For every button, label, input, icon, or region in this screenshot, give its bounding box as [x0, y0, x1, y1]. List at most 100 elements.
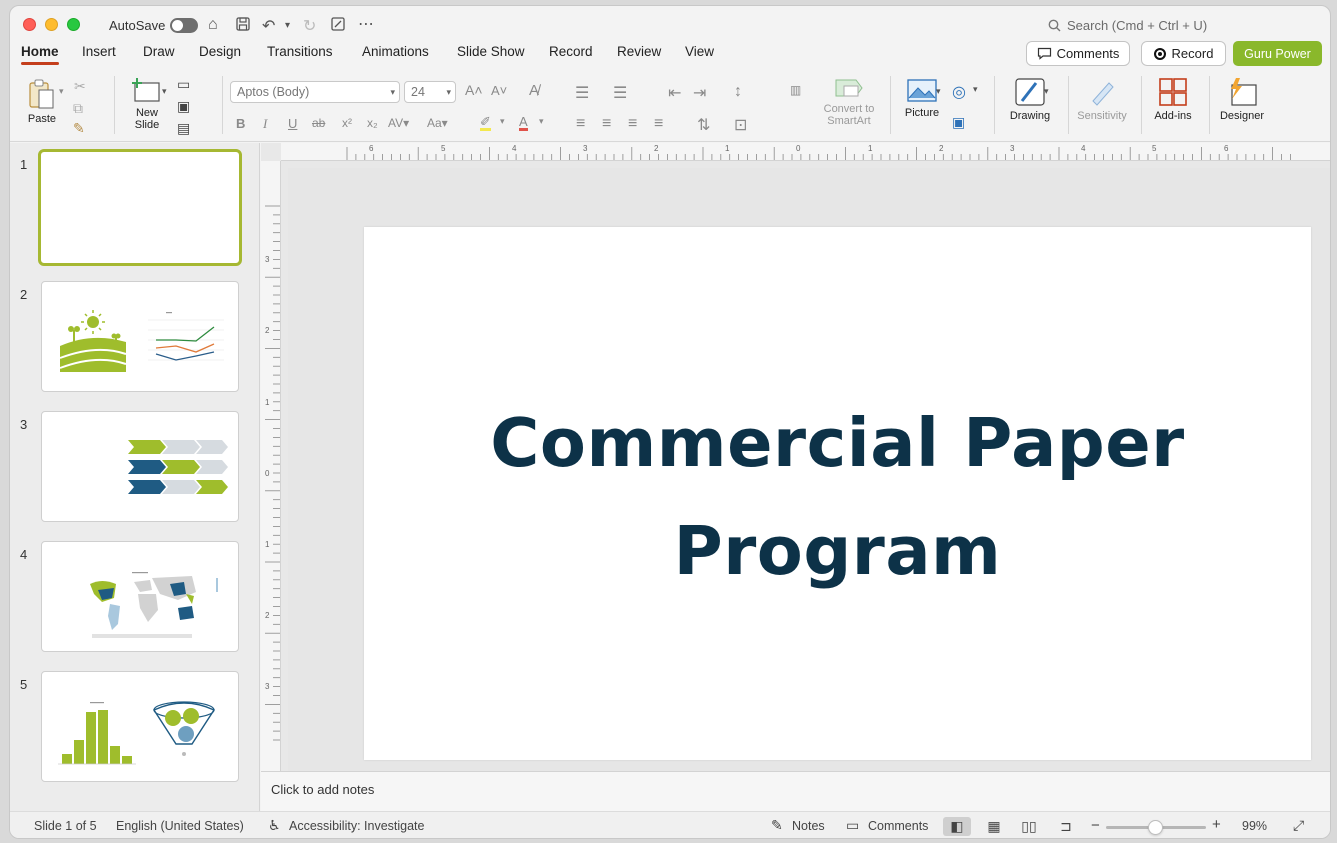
current-slide[interactable]: Commercial Paper Program: [364, 227, 1311, 760]
cut-icon[interactable]: ✂: [74, 78, 86, 95]
drawing-dropdown-icon[interactable]: ▾: [1044, 86, 1049, 97]
reading-view-icon[interactable]: ▯▯: [1015, 817, 1043, 836]
add-ins-button[interactable]: Add-ins: [1149, 77, 1197, 122]
tab-record[interactable]: Record: [549, 44, 593, 59]
undo-dropdown-icon[interactable]: ▾: [285, 20, 290, 31]
accessibility-status[interactable]: Accessibility: Investigate: [289, 819, 424, 833]
shapes-icon[interactable]: ◎: [952, 82, 966, 102]
font-size-select[interactable]: 24 ▾: [404, 81, 456, 103]
undo-icon[interactable]: ↶: [262, 16, 275, 36]
paste-button[interactable]: Paste: [24, 78, 60, 125]
text-direction-icon[interactable]: ⇅: [697, 115, 710, 135]
bullets-icon[interactable]: ☰: [575, 83, 589, 103]
clear-formatting-icon[interactable]: A̸: [529, 82, 539, 99]
justify-icon[interactable]: ≡: [654, 115, 663, 133]
new-slide-dropdown-icon[interactable]: ▾: [162, 86, 167, 97]
change-case-icon[interactable]: Aa▾: [427, 116, 448, 130]
slide-sorter-icon[interactable]: ▦: [980, 817, 1008, 836]
language-status[interactable]: English (United States): [116, 819, 244, 833]
close-window-button[interactable]: [23, 18, 36, 31]
search-box[interactable]: Search (Cmd + Ctrl + U): [1048, 18, 1207, 33]
slide-thumbnail-5[interactable]: [41, 671, 239, 782]
notes-toggle[interactable]: Notes: [792, 819, 825, 833]
comments-toggle[interactable]: Comments: [868, 819, 928, 833]
more-icon[interactable]: ⋯: [358, 14, 374, 34]
decrease-indent-icon[interactable]: ⇤: [668, 83, 681, 103]
sensitivity-button[interactable]: Sensitivity: [1072, 77, 1132, 122]
record-button[interactable]: Record: [1141, 41, 1226, 66]
fit-to-window-icon[interactable]: ⤢: [1293, 817, 1304, 834]
zoom-out-icon[interactable]: −: [1091, 817, 1100, 834]
bold-icon[interactable]: B: [236, 116, 245, 131]
save-icon[interactable]: [235, 16, 251, 37]
zoom-in-icon[interactable]: +: [1212, 816, 1221, 833]
tab-draw[interactable]: Draw: [143, 44, 175, 59]
shapes-dropdown-icon[interactable]: ▾: [973, 84, 978, 95]
tab-slide-show[interactable]: Slide Show: [457, 44, 525, 59]
copy-icon[interactable]: ⧉: [73, 100, 83, 117]
align-right-icon[interactable]: ≡: [628, 115, 637, 133]
slide-thumbnail-1[interactable]: [38, 149, 242, 266]
picture-button[interactable]: Picture: [898, 78, 946, 119]
text-box-icon[interactable]: ▣: [952, 114, 965, 131]
drawing-button[interactable]: Drawing: [1003, 77, 1057, 122]
slide-show-view-icon[interactable]: ⊐: [1052, 817, 1080, 836]
subscript-icon[interactable]: x₂: [367, 116, 378, 130]
align-text-icon[interactable]: ⊡: [734, 115, 747, 135]
slide-thumbnail-4[interactable]: [41, 541, 239, 652]
convert-to-smartart-button[interactable]: Convert to SmartArt: [817, 76, 881, 127]
zoom-level[interactable]: 99%: [1242, 819, 1267, 833]
numbering-icon[interactable]: ☰: [613, 83, 627, 103]
underline-icon[interactable]: U: [288, 116, 297, 131]
section-icon[interactable]: ▤: [177, 120, 190, 137]
ruler-label: 2: [265, 326, 270, 335]
strikethrough-icon[interactable]: ab: [312, 116, 325, 130]
align-center-icon[interactable]: ≡: [602, 115, 611, 133]
minimize-window-button[interactable]: [45, 18, 58, 31]
chevron-down-icon[interactable]: ▾: [539, 116, 544, 127]
paste-dropdown-icon[interactable]: ▾: [59, 86, 64, 97]
italic-icon[interactable]: I: [263, 116, 267, 132]
character-spacing-icon[interactable]: AV▾: [388, 116, 409, 130]
slide-thumbnail-2[interactable]: [41, 281, 239, 392]
font-color-icon[interactable]: A: [519, 115, 528, 131]
line-spacing-icon[interactable]: ↕: [734, 83, 742, 101]
notes-pane[interactable]: Click to add notes: [261, 771, 1330, 811]
zoom-slider-handle[interactable]: [1148, 820, 1163, 835]
redo-icon[interactable]: ↻: [303, 16, 316, 36]
tab-view[interactable]: View: [685, 44, 714, 59]
columns-icon[interactable]: ▥: [790, 83, 801, 97]
layout-icon[interactable]: ▭: [177, 76, 190, 93]
guru-power-button[interactable]: Guru Power: [1233, 41, 1322, 66]
maximize-window-button[interactable]: [67, 18, 80, 31]
tab-review[interactable]: Review: [617, 44, 661, 59]
picture-dropdown-icon[interactable]: ▾: [936, 86, 941, 97]
tab-animations[interactable]: Animations: [362, 44, 429, 59]
normal-view-icon[interactable]: ◧: [943, 817, 971, 836]
format-painter-icon[interactable]: ✎: [73, 120, 85, 137]
increase-indent-icon[interactable]: ⇥: [693, 83, 706, 103]
ruler-label: 3: [583, 144, 588, 153]
tab-home[interactable]: Home: [21, 44, 59, 65]
decrease-font-size-icon[interactable]: A˅: [491, 83, 507, 98]
tab-transitions[interactable]: Transitions: [267, 44, 333, 59]
reset-icon[interactable]: ▣: [177, 98, 190, 115]
designer-button[interactable]: Designer: [1215, 77, 1269, 122]
comments-button[interactable]: Comments: [1026, 41, 1130, 66]
increase-font-size-icon[interactable]: A˄: [465, 82, 483, 98]
new-slide-button[interactable]: New Slide: [123, 76, 171, 131]
superscript-icon[interactable]: x²: [342, 116, 352, 130]
slide-title[interactable]: Commercial Paper Program: [364, 389, 1311, 605]
save-as-icon[interactable]: [330, 16, 346, 37]
home-icon[interactable]: ⌂: [208, 16, 218, 34]
horizontal-ruler[interactable]: 6 5 4 3 2 1 0 1 2 3 4 5 6: [281, 143, 1330, 161]
autosave-toggle[interactable]: [170, 18, 198, 33]
chevron-down-icon[interactable]: ▾: [500, 116, 505, 127]
align-left-icon[interactable]: ≡: [576, 115, 585, 133]
slide-thumbnail-3[interactable]: [41, 411, 239, 522]
font-name-select[interactable]: Aptos (Body) ▾: [230, 81, 400, 103]
highlight-icon[interactable]: ✐: [480, 115, 491, 131]
tab-insert[interactable]: Insert: [82, 44, 116, 59]
vertical-ruler[interactable]: 3 2 1 0 1 2 3: [261, 161, 281, 771]
tab-design[interactable]: Design: [199, 44, 241, 59]
